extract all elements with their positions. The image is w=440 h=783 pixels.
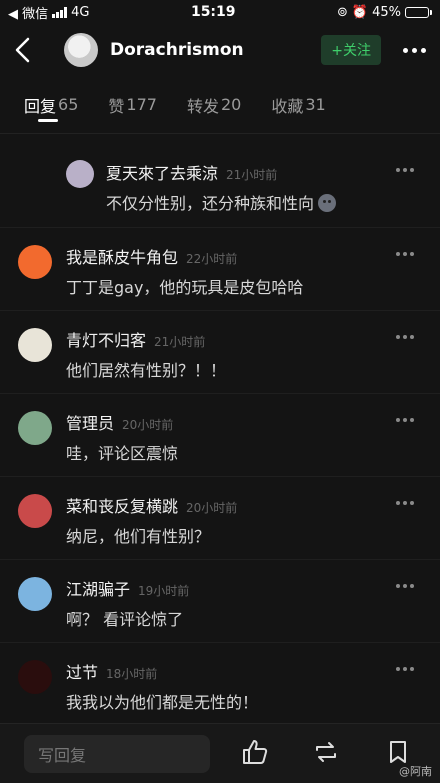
reply-item[interactable]: 管理员 20小时前哇，评论区震惊 xyxy=(0,394,440,477)
watermark: @阿南 xyxy=(399,765,432,778)
reply-author-name: 夏天來了去乘涼 xyxy=(106,164,219,183)
reply-text-content: 啊？ 看评论惊了 xyxy=(66,610,184,629)
reply-text-content: 我我以为他们都是无性的！ xyxy=(66,693,259,712)
tab-bar: 回复 65 赞 177 转发 20 收藏 31 xyxy=(0,76,440,134)
reply-more-icon[interactable] xyxy=(396,584,414,588)
signal-icon xyxy=(52,6,68,18)
reply-author-name: 我是酥皮牛角包 xyxy=(66,248,179,267)
avatar[interactable] xyxy=(18,660,52,694)
tab-label: 转发 xyxy=(186,96,219,116)
reply-text-content: 哇，评论区震惊 xyxy=(66,444,179,463)
reply-list: 夏天來了去乘涼 21小时前 不仅分性别，还分种族和性向 我是酥皮牛角包 22小时前 丁丁是… xyxy=(0,144,440,726)
tab-3[interactable]: 收藏 31 xyxy=(271,76,325,134)
tab-count: 20 xyxy=(220,95,242,114)
tab-2[interactable]: 转发 20 xyxy=(187,76,241,134)
repost-icon[interactable] xyxy=(312,738,340,766)
follow-button[interactable]: +关注 xyxy=(321,35,381,65)
reply-text: 纳尼，他们有性别？ xyxy=(66,523,210,547)
reply-time: 20小时前 xyxy=(186,501,238,515)
thumbs-up-icon[interactable] xyxy=(240,738,268,766)
carrier-label: ◀ 微信 xyxy=(8,6,49,22)
tab-count: 65 xyxy=(58,95,79,114)
back-arrow-icon[interactable] xyxy=(14,36,42,64)
reply-text: 丁丁是gay，他的玩具是皮包哈哈 xyxy=(66,274,303,298)
reply-time: 22小时前 xyxy=(186,252,238,266)
reply-item[interactable]: 夏天來了去乘涼 21小时前不仅分性别，还分种族和性向 xyxy=(0,144,440,228)
avatar[interactable] xyxy=(18,494,52,528)
reply-more-icon[interactable] xyxy=(396,168,414,172)
reply-time: 21小时前 xyxy=(154,335,206,349)
reply-more-icon[interactable] xyxy=(396,335,414,339)
tab-label: 赞 xyxy=(108,96,125,116)
reply-more-icon[interactable] xyxy=(396,418,414,422)
reply-author[interactable]: 过节 18小时前 xyxy=(66,659,157,683)
reply-author-name: 过节 xyxy=(66,663,99,682)
tab-label: 回复 xyxy=(24,96,57,116)
tab-count: 177 xyxy=(126,95,157,114)
battery-percent: 45% xyxy=(372,4,401,20)
bottom-bar: 写回复 xyxy=(0,723,440,783)
avatar[interactable] xyxy=(18,411,52,445)
reply-author-name: 江湖骗子 xyxy=(66,580,131,599)
reply-author[interactable]: 菜和丧反复横跳 20小时前 xyxy=(66,493,237,517)
reply-text: 我我以为他们都是无性的！ xyxy=(66,689,258,713)
emoji-face-icon xyxy=(318,194,337,212)
reply-text: 不仅分性别，还分种族和性向 xyxy=(106,190,337,214)
reply-text: 啊？ 看评论惊了 xyxy=(66,606,183,630)
reply-text: 哇，评论区震惊 xyxy=(66,440,178,464)
tab-1[interactable]: 赞 177 xyxy=(108,76,157,134)
nav-bar: Dorachrismon +关注 xyxy=(0,24,440,76)
status-bar: ◀ 微信 4G 15:19 ⊚ ⏰ 45% xyxy=(0,0,440,24)
reply-text-content: 丁丁是gay，他的玩具是皮包哈哈 xyxy=(66,278,304,297)
reply-item[interactable]: 菜和丧反复横跳 20小时前纳尼，他们有性别？ xyxy=(0,477,440,560)
reply-more-icon[interactable] xyxy=(396,667,414,671)
reply-author[interactable]: 管理员 20小时前 xyxy=(66,410,173,434)
tab-count: 31 xyxy=(305,95,326,114)
reply-author[interactable]: 青灯不归客 21小时前 xyxy=(66,327,205,351)
reply-item[interactable]: 青灯不归客 21小时前他们居然有性别？！！ xyxy=(0,311,440,394)
reply-item[interactable]: 我是酥皮牛角包 22小时前丁丁是gay，他的玩具是皮包哈哈 xyxy=(0,228,440,311)
reply-time: 18小时前 xyxy=(106,667,158,681)
battery-icon xyxy=(404,6,432,18)
tab-label: 收藏 xyxy=(271,96,304,116)
reply-author-name: 菜和丧反复横跳 xyxy=(66,497,179,516)
alarm-icon: ⏰ xyxy=(351,4,369,20)
bookmark-icon[interactable] xyxy=(384,738,412,766)
reply-text-content: 纳尼，他们有性别？ xyxy=(66,527,211,546)
more-dots-icon[interactable] xyxy=(403,47,426,53)
orientation-lock-icon: ⊚ xyxy=(336,4,348,20)
username[interactable]: Dorachrismon xyxy=(110,40,321,60)
reply-time: 20小时前 xyxy=(122,418,174,432)
reply-item[interactable]: 过节 18小时前我我以为他们都是无性的！ xyxy=(0,643,440,726)
clock: 15:19 xyxy=(190,4,236,20)
reply-more-icon[interactable] xyxy=(396,252,414,256)
reply-input[interactable]: 写回复 xyxy=(24,734,210,773)
avatar[interactable] xyxy=(18,577,52,611)
reply-text-content: 他们居然有性别？！！ xyxy=(66,361,227,380)
avatar[interactable] xyxy=(66,160,94,188)
reply-author[interactable]: 夏天來了去乘涼 21小时前 xyxy=(106,160,277,184)
avatar[interactable] xyxy=(18,245,52,279)
reply-more-icon[interactable] xyxy=(396,501,414,505)
tab-0[interactable]: 回复 65 xyxy=(24,76,78,134)
reply-text-content: 不仅分性别，还分种族和性向 xyxy=(106,194,315,213)
avatar[interactable] xyxy=(64,33,98,67)
reply-author[interactable]: 我是酥皮牛角包 22小时前 xyxy=(66,244,237,268)
reply-author-name: 管理员 xyxy=(66,414,115,433)
reply-author-name: 青灯不归客 xyxy=(66,331,147,350)
avatar[interactable] xyxy=(18,328,52,362)
reply-text: 他们居然有性别？！！ xyxy=(66,357,226,381)
network-label: 4G xyxy=(71,4,90,20)
reply-author[interactable]: 江湖骗子 19小时前 xyxy=(66,576,189,600)
reply-item[interactable]: 江湖骗子 19小时前啊？ 看评论惊了 xyxy=(0,560,440,643)
reply-time: 21小时前 xyxy=(226,168,278,182)
reply-time: 19小时前 xyxy=(138,584,190,598)
